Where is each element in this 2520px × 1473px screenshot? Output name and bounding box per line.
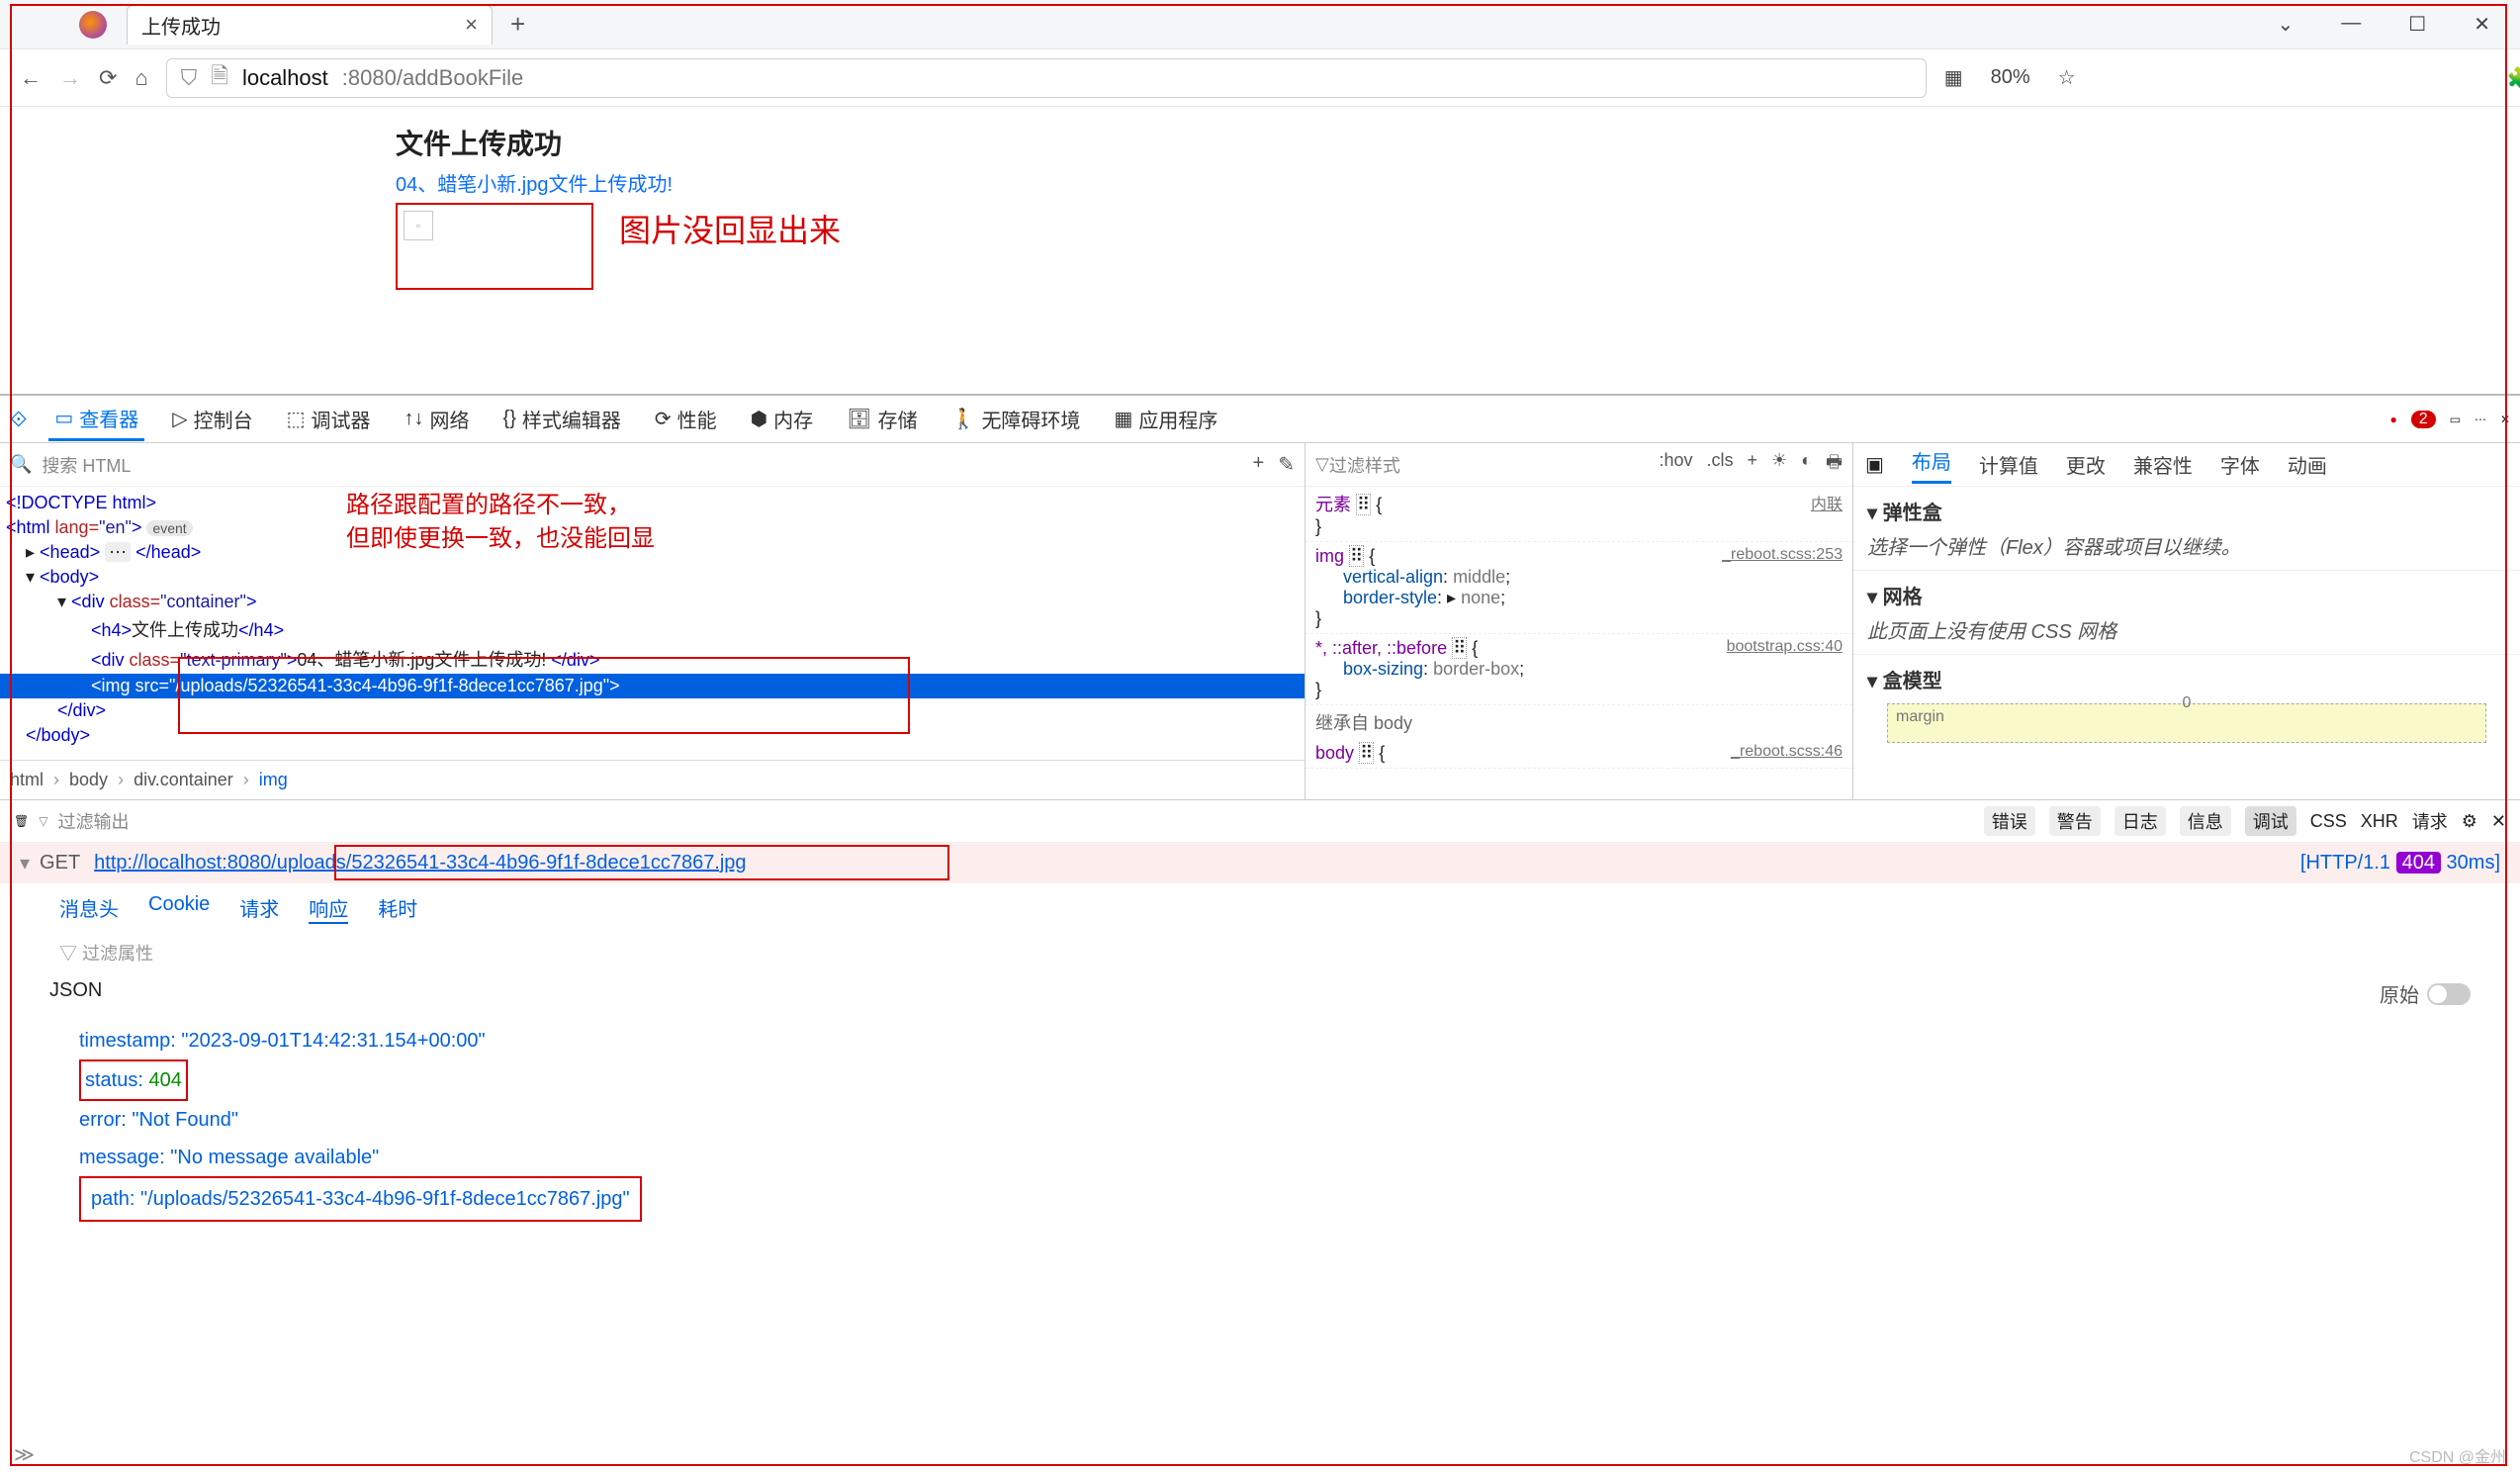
upload-success-link[interactable]: 04、蜡笔小新.jpg文件上传成功!: [396, 168, 2520, 197]
bookmark-star-icon[interactable]: ☆: [2058, 65, 2076, 90]
add-rule-icon[interactable]: +: [1747, 450, 1757, 480]
dom-selected-node: <img src="/uploads/52326541-33c4-4b96-9f…: [0, 674, 1305, 698]
request-url[interactable]: http://localhost:8080/uploads/52326541-3…: [94, 852, 746, 875]
nav-reload-icon[interactable]: ⟳: [99, 65, 117, 91]
resp-tab-timings[interactable]: 耗时: [378, 893, 417, 924]
clear-console-icon[interactable]: 🗑: [14, 814, 29, 828]
filter-icon: ▽: [39, 814, 47, 828]
devtools-tab-storage[interactable]: 🗄 存储: [841, 399, 923, 439]
console-settings-icon[interactable]: ⚙: [2462, 811, 2477, 832]
hov-toggle[interactable]: :hov: [1659, 450, 1692, 480]
devtools-tab-performance[interactable]: ⟳ 性能: [649, 399, 723, 439]
nav-back-icon[interactable]: ←: [20, 65, 42, 91]
page-heading: 文件上传成功: [396, 123, 2520, 162]
annotation-text-1: 图片没回显出来: [619, 206, 841, 251]
resp-tab-response[interactable]: 响应: [309, 893, 348, 924]
responsive-mode-icon[interactable]: ▭: [2450, 413, 2461, 426]
filter-xhr[interactable]: XHR: [2361, 811, 2398, 832]
url-host: localhost: [242, 65, 328, 91]
json-response-body: timestamp: "2023-09-01T14:42:31.154+00:0…: [0, 1016, 2520, 1228]
raw-toggle[interactable]: [2427, 983, 2471, 1005]
filter-debug[interactable]: 调试: [2245, 806, 2296, 836]
filter-req[interactable]: 请求: [2412, 808, 2448, 834]
broken-image-icon: ▫: [404, 211, 433, 240]
console-filter-input[interactable]: 过滤输出: [57, 808, 129, 834]
network-request-row[interactable]: ▾ GET http://localhost:8080/uploads/5232…: [0, 843, 2520, 883]
element-picker-icon[interactable]: ⟐: [10, 407, 27, 432]
dom-search-input[interactable]: 搜索 HTML: [42, 452, 131, 478]
devtools-close-icon[interactable]: ✕: [2500, 413, 2510, 426]
layout-tab-layout[interactable]: 布局: [1912, 446, 1951, 484]
layout-tab-anim[interactable]: 动画: [2288, 450, 2327, 479]
devtools-tab-memory[interactable]: ⬢ 内存: [745, 399, 819, 439]
resp-tab-request[interactable]: 请求: [239, 893, 279, 924]
nav-home-icon[interactable]: ⌂: [135, 65, 147, 91]
filter-error[interactable]: 错误: [1984, 806, 2035, 836]
eyedropper-icon[interactable]: ✎: [1278, 452, 1295, 477]
annotation-box-path: path: "/uploads/52326541-33c4-4b96-9f1f-…: [79, 1176, 642, 1222]
address-bar[interactable]: ⛉ 🗎 localhost :8080/addBookFile: [166, 58, 1927, 98]
styles-filter-input[interactable]: 过滤样式: [1329, 452, 1400, 478]
zoom-level[interactable]: 80%: [1991, 66, 2030, 89]
tab-title: 上传成功: [141, 11, 221, 40]
error-indicator[interactable]: ●: [2389, 413, 2396, 426]
annotation-box-image: ▫: [396, 203, 593, 290]
resp-tab-cookie[interactable]: Cookie: [148, 893, 210, 924]
filter-css[interactable]: CSS: [2310, 811, 2347, 832]
devtools-tab-console[interactable]: ▷ 控制台: [166, 399, 258, 439]
filter-log[interactable]: 日志: [2115, 806, 2166, 836]
resp-tab-headers[interactable]: 消息头: [59, 893, 119, 924]
tabs-dropdown-icon[interactable]: ⌄: [2278, 12, 2295, 37]
browser-tab[interactable]: 上传成功 ×: [127, 5, 493, 45]
request-method: GET: [40, 852, 80, 875]
breadcrumb[interactable]: html› body› div.container› img: [0, 760, 1305, 799]
watermark: CSDN @金州: [2409, 1443, 2506, 1467]
filter-attributes-input[interactable]: 过滤属性: [82, 944, 153, 964]
raw-label: 原始: [2380, 979, 2419, 1008]
search-icon: 🔍: [10, 454, 32, 475]
extensions-icon[interactable]: 🧩: [2507, 65, 2520, 90]
light-theme-icon[interactable]: ☀: [1771, 450, 1787, 480]
layout-panel-toggle-icon[interactable]: ▣: [1865, 452, 1884, 477]
shield-icon[interactable]: ⛉: [181, 65, 198, 91]
filter-warn[interactable]: 警告: [2049, 806, 2101, 836]
nav-forward-icon[interactable]: →: [59, 65, 81, 91]
devtools-more-icon[interactable]: ⋯: [2475, 413, 2486, 426]
filter-icon: ▽: [59, 944, 77, 964]
qr-icon[interactable]: ▦: [1944, 65, 1963, 90]
devtools-tab-app[interactable]: ▦ 应用程序: [1108, 399, 1223, 439]
url-path: :8080/addBookFile: [342, 65, 523, 91]
status-badge: 404: [2396, 852, 2441, 874]
layout-tab-compat[interactable]: 兼容性: [2133, 450, 2193, 479]
dark-theme-icon[interactable]: ◐: [1801, 450, 1812, 480]
console-close-icon[interactable]: ✕: [2491, 811, 2506, 832]
layout-tab-fonts[interactable]: 字体: [2220, 450, 2260, 479]
annotation-box-status: status: 404: [79, 1059, 188, 1101]
filter-icon: ▽: [1315, 454, 1329, 475]
box-model-diagram: margin 0: [1887, 703, 2486, 743]
layout-tab-computed[interactable]: 计算值: [1979, 450, 2038, 479]
print-icon[interactable]: 🖶: [1826, 450, 1843, 480]
cls-toggle[interactable]: .cls: [1706, 450, 1733, 480]
devtools-tab-style[interactable]: {} 样式编辑器: [497, 399, 627, 439]
filter-info[interactable]: 信息: [2180, 806, 2231, 836]
page-info-icon[interactable]: 🗎: [211, 59, 228, 97]
devtools-tab-network[interactable]: ↑↓ 网络: [399, 399, 476, 439]
layout-tab-changes[interactable]: 更改: [2066, 450, 2106, 479]
devtools-tab-a11y[interactable]: 🚶 无障碍环境: [945, 399, 1087, 439]
devtools-tab-inspector[interactable]: ▭ 查看器: [48, 398, 144, 441]
error-count[interactable]: 2: [2411, 411, 2436, 428]
dom-tree[interactable]: 路径跟配置的路径不一致， 但即使更换一致，也没能回显 <!DOCTYPE htm…: [0, 487, 1305, 760]
console-prompt[interactable]: ≫: [14, 1442, 35, 1467]
json-section-label[interactable]: JSON: [49, 979, 102, 1008]
window-maximize-icon[interactable]: ☐: [2408, 12, 2426, 37]
window-minimize-icon[interactable]: —: [2341, 12, 2361, 37]
tab-close-icon[interactable]: ×: [465, 12, 478, 38]
window-close-icon[interactable]: ✕: [2474, 12, 2490, 37]
new-tab-button[interactable]: +: [510, 9, 525, 40]
annotation-text-2: 路径跟配置的路径不一致， 但即使更换一致，也没能回显: [346, 489, 655, 555]
firefox-logo: [79, 11, 107, 39]
add-node-icon[interactable]: +: [1253, 452, 1265, 477]
devtools-tab-debugger[interactable]: ⬚ 调试器: [281, 399, 377, 439]
